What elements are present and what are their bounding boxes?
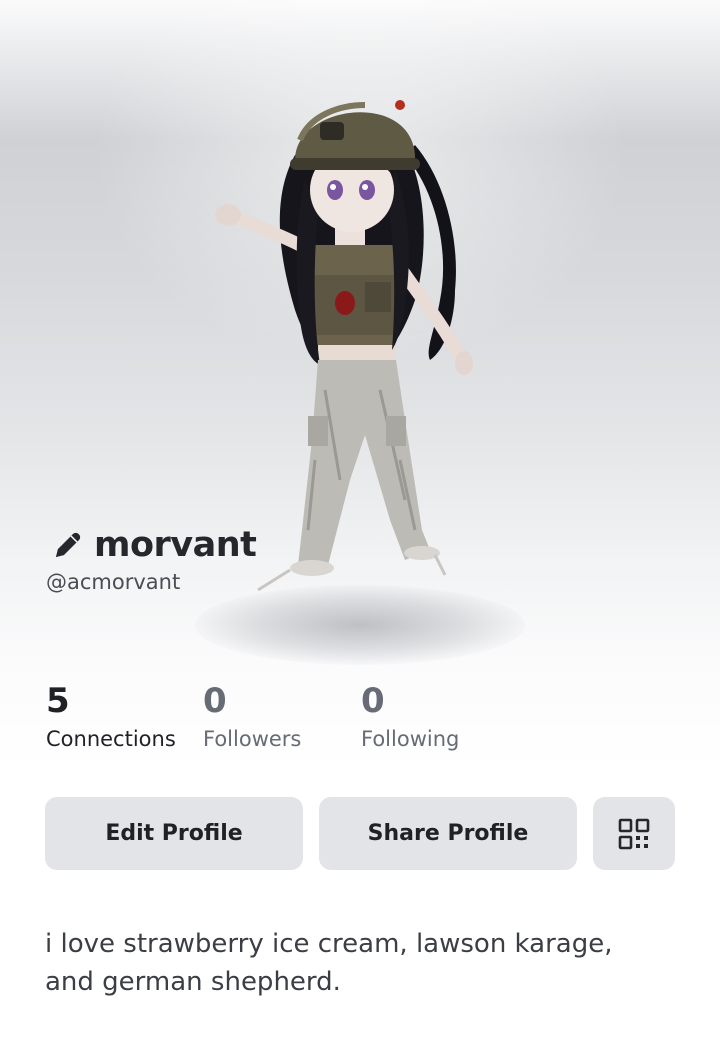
following-count: 0 (361, 681, 385, 721)
followers-label: Followers (203, 727, 302, 751)
connections-count: 5 (46, 681, 70, 721)
stat-connections[interactable]: 5 Connections (46, 680, 176, 754)
pencil-icon[interactable] (52, 529, 84, 561)
edit-profile-button[interactable]: Edit Profile (45, 797, 303, 870)
following-label: Following (361, 727, 460, 751)
profile-bio: i love strawberry ice cream, lawson kara… (45, 929, 613, 997)
display-name: morvant (94, 525, 257, 565)
followers-count: 0 (203, 681, 227, 721)
stat-followers[interactable]: 0 Followers (203, 680, 301, 754)
avatar-showcase: morvant @acmorvant (0, 0, 720, 770)
share-profile-button[interactable]: Share Profile (319, 797, 577, 870)
username: @acmorvant (46, 570, 181, 594)
qr-code-button[interactable] (593, 797, 675, 870)
avatar-3d-render[interactable] (200, 60, 500, 600)
connections-label: Connections (46, 727, 176, 751)
qr-code-icon (618, 818, 650, 849)
stat-following[interactable]: 0 Following (361, 680, 459, 754)
display-name-row[interactable]: morvant (52, 522, 257, 568)
